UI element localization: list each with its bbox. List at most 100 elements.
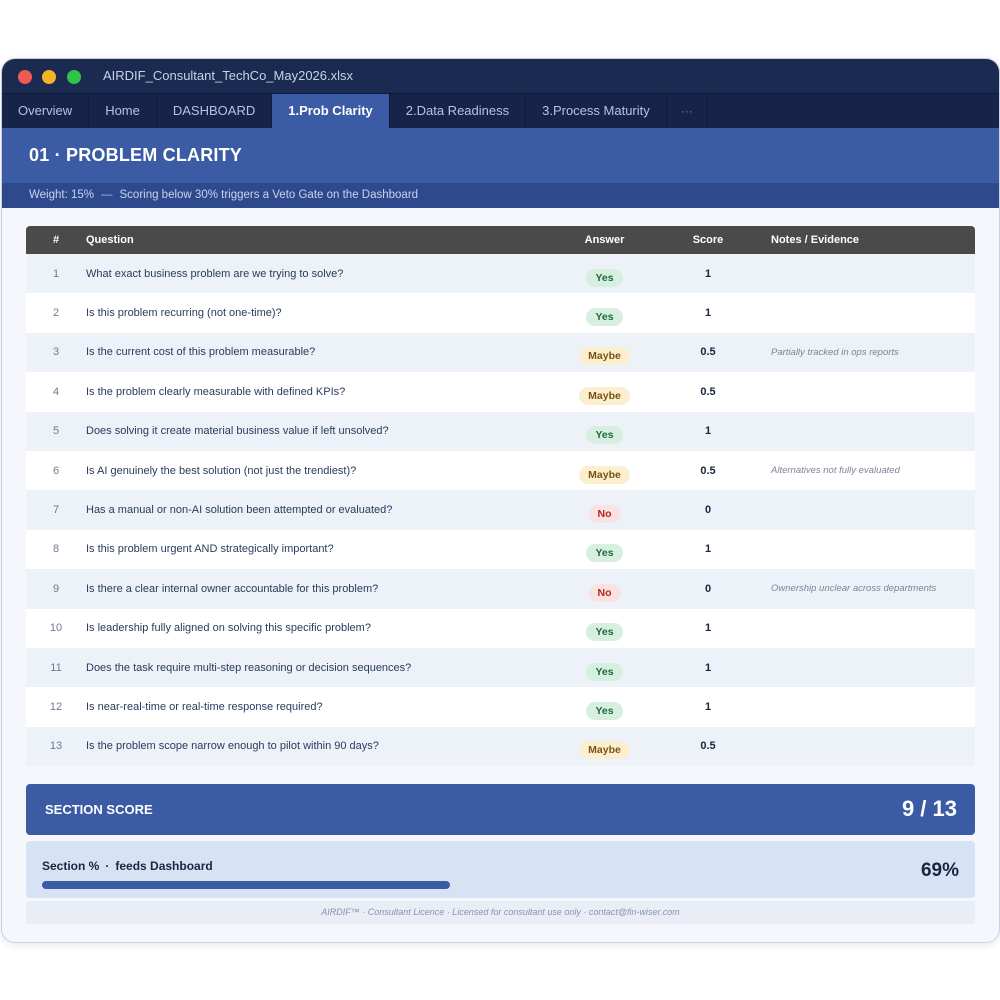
- score-cell: 0: [704, 582, 712, 595]
- answer-pill[interactable]: Yes: [586, 426, 623, 445]
- score-cell: 0.5: [700, 464, 716, 477]
- answer-pill[interactable]: Yes: [586, 623, 623, 642]
- tab-2-data-readiness[interactable]: 2.Data Readiness: [390, 94, 527, 128]
- answer-cell[interactable]: Yes: [546, 418, 663, 445]
- section-score-bar: SECTION SCORE 9 / 13: [26, 784, 975, 835]
- question-cell[interactable]: Does the task require multi-step reasoni…: [86, 662, 546, 674]
- question-cell[interactable]: Is the problem scope narrow enough to pi…: [86, 740, 546, 752]
- answer-pill[interactable]: Yes: [586, 308, 623, 327]
- answer-pill[interactable]: Maybe: [579, 386, 630, 405]
- question-cell[interactable]: Is the problem clearly measurable with d…: [86, 386, 546, 398]
- header-notes: Notes / Evidence: [771, 234, 860, 246]
- table-row: 10 Is leadership fully aligned on solving…: [26, 608, 975, 648]
- question-cell[interactable]: Is leadership fully aligned on solving t…: [86, 622, 546, 634]
- close-window-icon[interactable]: [18, 70, 32, 84]
- answer-cell[interactable]: Yes: [546, 615, 663, 642]
- minimize-window-icon[interactable]: [42, 70, 56, 84]
- window-title: AIRDIF_Consultant_TechCo_May2026.xlsx: [103, 68, 354, 83]
- tab-overview[interactable]: Overview: [2, 94, 90, 128]
- answer-pill[interactable]: Yes: [586, 662, 623, 681]
- score-cell: 1: [704, 307, 712, 320]
- spreadsheet-window: AIRDIF_Consultant_TechCo_May2026.xlsx Ov…: [1, 58, 1000, 943]
- pct-sep: ·: [105, 859, 110, 873]
- answer-cell[interactable]: Maybe: [546, 379, 663, 405]
- section-score-label: SECTION SCORE: [45, 802, 153, 817]
- tab-more[interactable]: ···: [667, 94, 708, 128]
- question-cell[interactable]: Does solving it create material business…: [86, 425, 546, 437]
- weight-label: Weight: 15%: [29, 189, 94, 201]
- question-table: # Question Answer Score Notes / Evidence…: [26, 226, 975, 767]
- table-row: 1 What exact business problem are we tryi…: [26, 254, 975, 294]
- score-cell: 1: [704, 425, 712, 438]
- answer-pill[interactable]: Maybe: [579, 741, 630, 760]
- table-header: # Question Answer Score Notes / Evidence: [26, 226, 975, 254]
- answer-pill[interactable]: Yes: [586, 544, 623, 563]
- row-number: 2: [52, 307, 60, 320]
- row-number: 10: [49, 622, 63, 635]
- tab-home[interactable]: Home: [89, 94, 157, 128]
- weight-note: Scoring below 30% triggers a Veto Gate o…: [119, 189, 419, 201]
- answer-cell[interactable]: Maybe: [546, 733, 663, 760]
- answer-pill[interactable]: No: [588, 583, 621, 602]
- answer-cell[interactable]: Maybe: [546, 458, 663, 484]
- answer-cell[interactable]: No: [546, 576, 663, 602]
- table-row: 5 Does solving it create material busines…: [26, 411, 975, 451]
- notes-cell[interactable]: Ownership unclear across departments: [753, 583, 975, 594]
- question-cell[interactable]: Has a manual or non-AI solution been att…: [86, 504, 546, 516]
- question-cell[interactable]: Is near-real-time or real-time response …: [86, 701, 546, 713]
- table-body: 1 What exact business problem are we tryi…: [26, 254, 975, 767]
- row-number: 3: [52, 346, 60, 359]
- tab-1-prob-clarity[interactable]: 1.Prob Clarity: [272, 94, 390, 128]
- question-cell[interactable]: Is this problem urgent AND strategically…: [86, 543, 546, 555]
- answer-cell[interactable]: Yes: [546, 694, 663, 720]
- score-cell: 1: [704, 700, 712, 713]
- question-cell[interactable]: Is the current cost of this problem meas…: [86, 346, 546, 358]
- table-row: 3 Is the current cost of this problem mea…: [26, 332, 975, 373]
- answer-cell[interactable]: No: [546, 497, 663, 524]
- pct-suffix: feeds Dashboard: [115, 859, 213, 873]
- score-cell: 1: [704, 543, 712, 556]
- table-row: 12 Is near-real-time or real-time respons…: [26, 687, 975, 727]
- answer-pill[interactable]: No: [588, 505, 621, 524]
- answer-cell[interactable]: Yes: [546, 536, 663, 563]
- maximize-window-icon[interactable]: [67, 70, 81, 84]
- notes-cell[interactable]: Alternatives not fully evaluated: [753, 465, 975, 476]
- title-bar: AIRDIF_Consultant_TechCo_May2026.xlsx: [2, 59, 999, 93]
- section-score-value: 9 / 13: [901, 796, 957, 821]
- header-num: #: [52, 234, 60, 246]
- answer-cell[interactable]: Yes: [546, 300, 663, 327]
- header-question: Question: [86, 234, 134, 246]
- progress-fill: [42, 881, 450, 889]
- notes-cell[interactable]: Partially tracked in ops reports: [753, 347, 975, 358]
- answer-cell[interactable]: Maybe: [546, 339, 663, 366]
- table-row: 7 Has a manual or non-AI solution been at…: [26, 490, 975, 530]
- tab-3-process-maturity[interactable]: 3.Process Maturity: [526, 94, 667, 128]
- question-cell[interactable]: What exact business problem are we tryin…: [86, 268, 546, 280]
- answer-pill[interactable]: Yes: [586, 268, 623, 287]
- header-answer: Answer: [584, 234, 625, 246]
- question-cell[interactable]: Is there a clear internal owner accounta…: [86, 583, 546, 595]
- answer-pill[interactable]: Maybe: [579, 347, 630, 366]
- question-cell[interactable]: Is AI genuinely the best solution (not j…: [86, 465, 546, 477]
- row-number: 9: [52, 582, 60, 595]
- answer-pill[interactable]: Maybe: [579, 465, 630, 484]
- answer-cell[interactable]: Yes: [546, 655, 663, 681]
- answer-pill[interactable]: Yes: [586, 701, 623, 720]
- row-number: 6: [52, 464, 60, 477]
- score-cell: 0.5: [700, 385, 716, 398]
- row-number: 8: [52, 543, 60, 556]
- question-cell[interactable]: Is this problem recurring (not one-time)…: [86, 307, 546, 319]
- answer-cell[interactable]: Yes: [546, 261, 663, 287]
- pct-label-text: Section %: [42, 859, 100, 873]
- score-cell: 0.5: [700, 346, 716, 359]
- weight-dash: —: [101, 189, 113, 201]
- table-row: 6 Is AI genuinely the best solution (not …: [26, 450, 975, 491]
- table-row: 8 Is this problem urgent AND strategicall…: [26, 529, 975, 570]
- section-title: 01 · PROBLEM CLARITY: [29, 145, 243, 165]
- tab-dashboard[interactable]: DASHBOARD: [157, 94, 273, 128]
- row-number: 11: [50, 661, 62, 674]
- table-row: 13 Is the problem scope narrow enough to …: [26, 726, 975, 767]
- licence-footer: AIRDIF™ · Consultant Licence · Licensed …: [26, 901, 975, 924]
- weight-band: Weight: 15% — Scoring below 30% triggers a…: [2, 183, 999, 208]
- table-row: 9 Is there a clear internal owner account…: [26, 569, 975, 609]
